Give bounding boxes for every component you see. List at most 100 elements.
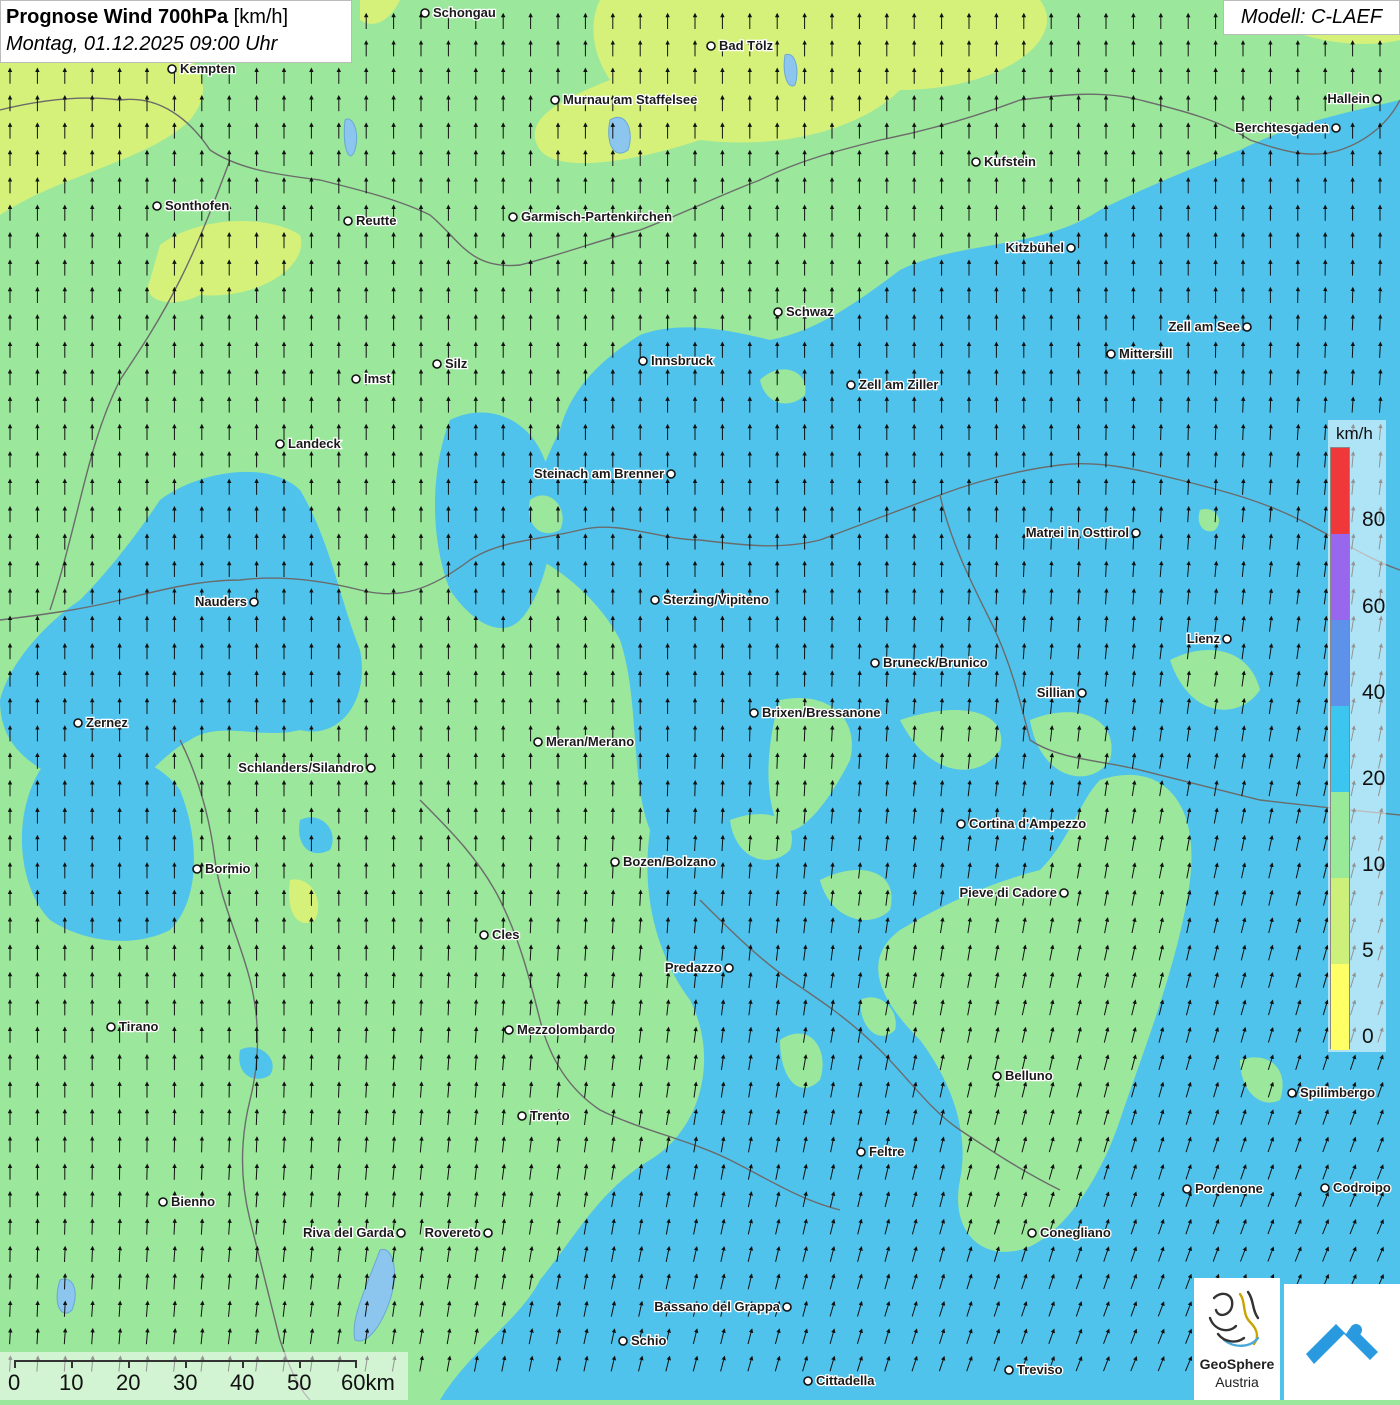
wind-arrow-icon [1380, 316, 1381, 330]
wind-arrow-icon [777, 755, 778, 769]
city-dot-icon [1183, 1185, 1191, 1193]
forecast-datetime: Montag, 01.12.2025 09:00 Uhr [6, 30, 346, 58]
city-label: Sterzing/Vipiteno [663, 592, 769, 607]
city-marker: Conegliano [1028, 1225, 1111, 1240]
wind-arrow-icon [613, 864, 614, 878]
city-marker: Murnau am Staffelsee [551, 92, 697, 107]
city-dot-icon [250, 598, 258, 606]
wind-arrow-icon [1325, 344, 1326, 358]
city-dot-icon [774, 308, 782, 316]
wind-arrow-icon [969, 618, 970, 632]
model-label: Modell: C-LAEF [1223, 0, 1400, 35]
wind-arrow-icon [750, 782, 751, 796]
logo-sub: Austria [1194, 1374, 1280, 1390]
city-dot-icon [871, 659, 879, 667]
scale-label: 60km [341, 1370, 395, 1396]
city-dot-icon [972, 158, 980, 166]
city-dot-icon [509, 213, 517, 221]
city-dot-icon [518, 1112, 526, 1120]
wind-arrow-icon [887, 673, 888, 687]
wind-arrow-icon [339, 1056, 340, 1070]
city-marker: Matrei in Osttirol [1026, 525, 1140, 540]
wind-arrow-icon [1298, 371, 1299, 385]
wind-arrow-icon [667, 837, 668, 851]
city-marker: Pordenone [1183, 1181, 1263, 1196]
city-dot-icon [750, 709, 758, 717]
city-dot-icon [1028, 1229, 1036, 1237]
wind-arrow-icon [311, 1084, 312, 1098]
wind-arrow-icon [202, 1166, 203, 1180]
city-label: Innsbruck [651, 353, 714, 368]
city-dot-icon [639, 357, 647, 365]
legend-tick: 0 [1362, 1026, 1374, 1048]
city-marker: Bozen/Bolzano [611, 854, 716, 869]
city-label: Steinach am Brenner [534, 466, 664, 481]
city-label: Schwaz [786, 304, 834, 319]
city-label: Pordenone [1195, 1181, 1263, 1196]
wind-arrow-icon [667, 810, 668, 824]
city-label: Schongau [433, 5, 496, 20]
map-title: Prognose Wind 700hPa [km/h] [6, 4, 346, 30]
city-marker: Zell am See [1168, 319, 1251, 334]
city-dot-icon [1373, 95, 1381, 103]
city-dot-icon [505, 1026, 513, 1034]
city-dot-icon [1243, 323, 1251, 331]
city-dot-icon [619, 1337, 627, 1345]
scale-label: 0 [8, 1370, 20, 1396]
wind-arrow-icon [421, 1001, 422, 1015]
legend-seg-lime [1331, 878, 1349, 964]
city-label: Zell am See [1168, 319, 1240, 334]
legend-seg-cyan [1331, 706, 1349, 792]
wind-arrow-icon [1243, 399, 1244, 413]
scale-label: 30 [173, 1370, 197, 1396]
city-label: Riva del Garda [303, 1225, 395, 1240]
wind-arrow-icon [256, 1138, 257, 1152]
wind-arrow-icon [1352, 344, 1353, 358]
city-dot-icon [1321, 1184, 1329, 1192]
scale-tick [355, 1360, 357, 1368]
geosphere-swirl-icon [1194, 1278, 1280, 1356]
wind-arrow-icon [92, 1248, 93, 1262]
scale-tick [299, 1360, 301, 1368]
wind-arrow-icon [1161, 481, 1162, 495]
city-dot-icon [107, 1023, 115, 1031]
wind-arrow-icon [147, 1221, 148, 1235]
city-marker: Sterzing/Vipiteno [651, 592, 769, 607]
wind-arrow-icon [1133, 481, 1134, 495]
city-dot-icon [159, 1198, 167, 1206]
scale-tick [185, 1360, 187, 1368]
city-label: Garmisch-Partenkirchen [521, 209, 672, 224]
city-marker: Sonthofen [153, 198, 229, 213]
scale-bar: 0 10 20 30 40 50 60km [0, 1352, 408, 1400]
city-dot-icon [276, 440, 284, 448]
city-dot-icon [783, 1303, 791, 1311]
city-marker: Innsbruck [639, 353, 714, 368]
city-label: Kufstein [984, 154, 1036, 169]
city-label: Treviso [1017, 1362, 1063, 1377]
city-dot-icon [707, 42, 715, 50]
city-dot-icon [725, 964, 733, 972]
wind-arrow-icon [1243, 426, 1244, 440]
logo-name: GeoSphere [1194, 1356, 1280, 1372]
weather-app-logo[interactable] [1284, 1284, 1400, 1400]
city-dot-icon [957, 820, 965, 828]
city-marker: Meran/Merano [534, 734, 634, 749]
wind-arrow-icon [722, 782, 723, 796]
city-label: Murnau am Staffelsee [563, 92, 697, 107]
city-label: Predazzo [665, 960, 722, 975]
wind-arrow-icon [366, 1029, 367, 1043]
city-label: Conegliano [1040, 1225, 1111, 1240]
city-label: Cles [492, 927, 519, 942]
wind-arrow-icon [119, 1221, 120, 1235]
app-mountain-icon [1284, 1284, 1400, 1400]
geosphere-logo[interactable]: GeoSphere Austria [1194, 1278, 1280, 1400]
city-marker: Brixen/Bressanone [750, 705, 881, 720]
city-marker: Berchtesgaden [1235, 120, 1340, 135]
city-label: Nauders [195, 594, 247, 609]
wind-arrow-icon [1270, 371, 1271, 385]
scale-tick [242, 1360, 244, 1368]
wind-arrow-icon [558, 892, 559, 906]
city-dot-icon [1332, 124, 1340, 132]
wind-arrow-icon [1051, 563, 1052, 577]
city-label: Matrei in Osttirol [1026, 525, 1129, 540]
